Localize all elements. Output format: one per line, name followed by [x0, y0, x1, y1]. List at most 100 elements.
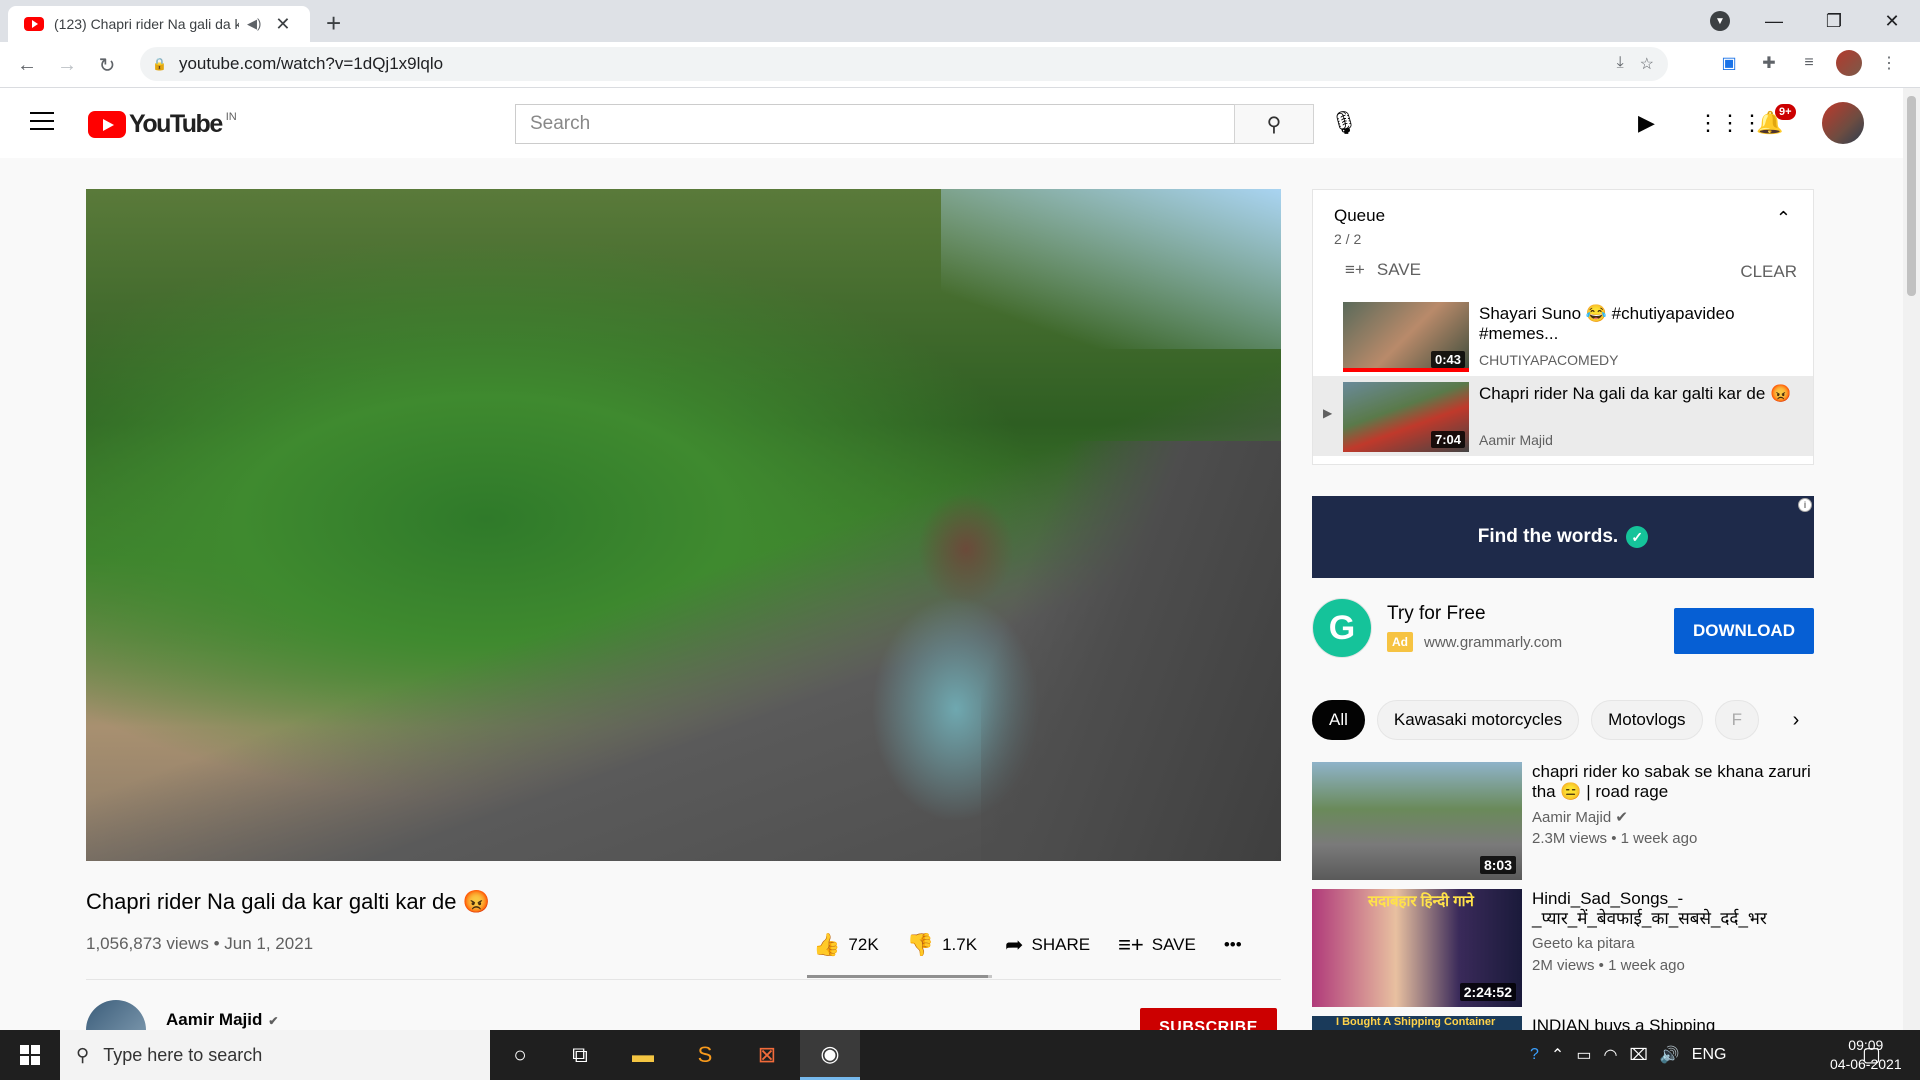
battery-icon[interactable]: ▭: [1576, 1045, 1591, 1065]
chip-motovlogs[interactable]: Motovlogs: [1591, 700, 1703, 740]
chevron-up-icon[interactable]: ⌃: [1776, 208, 1791, 229]
chevron-right-icon[interactable]: ›: [1776, 700, 1816, 740]
address-bar[interactable]: 🔒 youtube.com/watch?v=1dQj1x9lqlo ⤓ ☆: [140, 47, 1668, 81]
chrome-taskbar-icon[interactable]: ◉: [800, 1030, 860, 1080]
speaker-icon[interactable]: ◀︎): [247, 16, 261, 32]
volume-icon[interactable]: 🔊: [1660, 1045, 1680, 1065]
back-icon[interactable]: ←: [12, 50, 42, 80]
bookmark-star-icon[interactable]: ☆: [1640, 54, 1654, 74]
browser-tab[interactable]: (123) Chapri rider Na gali da kar galti …: [8, 6, 310, 42]
video-title: Chapri rider Na gali da kar galti kar de…: [86, 889, 491, 914]
minimize-button[interactable]: —: [1746, 0, 1802, 42]
page-scrollbar[interactable]: [1903, 88, 1920, 1030]
filter-chips: All Kawasaki motorcycles Motovlogs F: [1312, 700, 1814, 740]
scrollbar-thumb[interactable]: [1907, 96, 1916, 296]
like-count: 72K: [848, 935, 879, 954]
windows-logo-icon: [20, 1045, 40, 1065]
recommendation-channel: Aamir Majid ✔: [1532, 809, 1628, 826]
queue-item-title: Chapri rider Na gali da kar galti kar de…: [1479, 384, 1792, 403]
recommendation-title: INDIAN buys a Shipping: [1532, 1016, 1716, 1030]
ad-headline[interactable]: Try for Free: [1387, 603, 1486, 625]
xampp-icon[interactable]: ⊠: [737, 1030, 797, 1080]
like-dislike-sentiment-bar: [807, 975, 992, 978]
close-window-button[interactable]: ✕: [1864, 0, 1920, 42]
language-indicator[interactable]: ENG: [1692, 1046, 1727, 1064]
queue-save-button[interactable]: ≡+ SAVE: [1345, 260, 1421, 280]
notifications-icon[interactable]: ▢: [1862, 1042, 1881, 1067]
media-control-icon[interactable]: ≡: [1796, 50, 1822, 76]
ad-info-icon[interactable]: i: [1798, 498, 1812, 512]
chevron-up-icon[interactable]: ⌃: [1551, 1045, 1564, 1065]
forward-icon[interactable]: →: [52, 50, 82, 80]
playlist-add-icon: ≡+: [1345, 260, 1365, 279]
extension-icon[interactable]: ▣: [1716, 50, 1742, 76]
recommendation-item[interactable]: सदाबहार हिन्दी गाने 2:24:52 Hindi_Sad_So…: [1312, 889, 1814, 1007]
thumbnail-text: सदाबहार हिन्दी गाने: [1368, 893, 1474, 910]
account-avatar[interactable]: [1822, 102, 1864, 144]
watch-progress-bar: [1343, 368, 1469, 372]
new-tab-button[interactable]: +: [326, 8, 341, 39]
recommendation-thumbnail: 8:03: [1312, 762, 1522, 880]
install-app-icon[interactable]: ⤓: [1617, 54, 1624, 74]
queue-item-now-playing[interactable]: ▶ 7:04 Chapri rider Na gali da kar galti…: [1313, 376, 1813, 456]
menu-icon[interactable]: [30, 112, 54, 136]
chip-all[interactable]: All: [1312, 700, 1365, 740]
taskbar-search-input[interactable]: ⚲ Type here to search: [60, 1030, 490, 1080]
dislike-button[interactable]: 👎 1.7K: [907, 932, 977, 958]
youtube-logo[interactable]: YouTube IN: [88, 110, 237, 139]
share-button[interactable]: ➦ SHARE: [1005, 932, 1090, 958]
start-button[interactable]: [0, 1030, 60, 1080]
grammarly-logo[interactable]: G: [1312, 598, 1372, 658]
help-icon[interactable]: ?: [1530, 1046, 1539, 1064]
channel-name[interactable]: Aamir Majid ✔: [166, 1010, 278, 1030]
ad-banner[interactable]: Find the words. ✓ i: [1312, 496, 1814, 578]
more-actions-button[interactable]: •••: [1224, 935, 1242, 955]
video-player[interactable]: [86, 189, 1281, 861]
share-arrow-icon: ➦: [1005, 932, 1024, 957]
search-input[interactable]: Search: [515, 104, 1235, 144]
puzzle-extensions-icon[interactable]: ✚: [1756, 50, 1782, 76]
more-horizontal-icon: •••: [1223, 935, 1242, 954]
power-icon[interactable]: ⌧: [1629, 1045, 1647, 1065]
reload-icon[interactable]: ↻: [92, 50, 122, 80]
ad-download-button[interactable]: DOWNLOAD: [1674, 608, 1814, 654]
country-code: IN: [225, 110, 237, 123]
save-to-playlist-button[interactable]: ≡+ SAVE: [1118, 932, 1196, 958]
recommendation-meta: 2.3M views • 1 week ago: [1532, 830, 1698, 847]
apps-grid-icon[interactable]: ⋮⋮⋮: [1697, 110, 1763, 136]
queue-item[interactable]: 0:43 Shayari Suno 😂 #chutiyapavideo #mem…: [1313, 296, 1813, 376]
checkmark-icon: ✓: [1626, 526, 1649, 548]
recommendation-item[interactable]: I Bought A Shipping Container INDIAN buy…: [1312, 1016, 1814, 1030]
sublime-text-icon[interactable]: S: [675, 1030, 735, 1080]
like-button[interactable]: 👍 72K: [813, 932, 879, 958]
cortana-icon[interactable]: ○: [490, 1030, 550, 1080]
system-tray: ? ⌃ ▭ ◠ ⌧ 🔊 ENG: [1530, 1030, 1726, 1080]
create-video-icon[interactable]: ▶︎: [1638, 110, 1655, 136]
tab-search-icon[interactable]: ▼: [1710, 11, 1730, 31]
browser-menu-icon[interactable]: ⋮: [1876, 50, 1902, 76]
search-button[interactable]: ⚲: [1234, 104, 1314, 144]
url-text: youtube.com/watch?v=1dQj1x9lqlo: [178, 54, 444, 73]
lock-icon[interactable]: 🔒: [152, 57, 167, 71]
chip-kawasaki-motorcycles[interactable]: Kawasaki motorcycles: [1376, 700, 1580, 740]
search-icon: ⚲: [1266, 113, 1282, 136]
duration-badge: 7:04: [1430, 431, 1465, 448]
youtube-favicon-icon: [24, 17, 44, 31]
file-explorer-icon[interactable]: ▬: [613, 1030, 673, 1080]
task-view-icon[interactable]: ⧉: [550, 1030, 610, 1080]
voice-search-microphone-icon[interactable]: 🎙: [1330, 110, 1358, 136]
wifi-icon[interactable]: ◠: [1603, 1045, 1617, 1065]
chip-partial[interactable]: F: [1714, 700, 1759, 740]
tab-close-icon[interactable]: ✕: [275, 14, 290, 35]
verified-badge-icon: ✔: [1615, 809, 1628, 826]
youtube-play-logo-icon: [88, 111, 126, 138]
maximize-button[interactable]: ❐: [1806, 0, 1862, 42]
thumbs-down-icon: 👎: [906, 932, 935, 957]
recommendation-title: chapri rider ko sabak se khana zaruri th…: [1532, 762, 1811, 801]
queue-panel: Queue 2 / 2 ⌃ ≡+ SAVE CLEAR 0:43 Shayari…: [1312, 189, 1814, 465]
profile-avatar[interactable]: [1836, 50, 1862, 76]
thumbnail-text: I Bought A Shipping Container: [1336, 1016, 1496, 1028]
queue-item-channel: Aamir Majid: [1479, 432, 1553, 448]
recommendation-item[interactable]: 8:03 chapri rider ko sabak se khana zaru…: [1312, 762, 1814, 880]
queue-clear-button[interactable]: CLEAR: [1740, 262, 1797, 282]
